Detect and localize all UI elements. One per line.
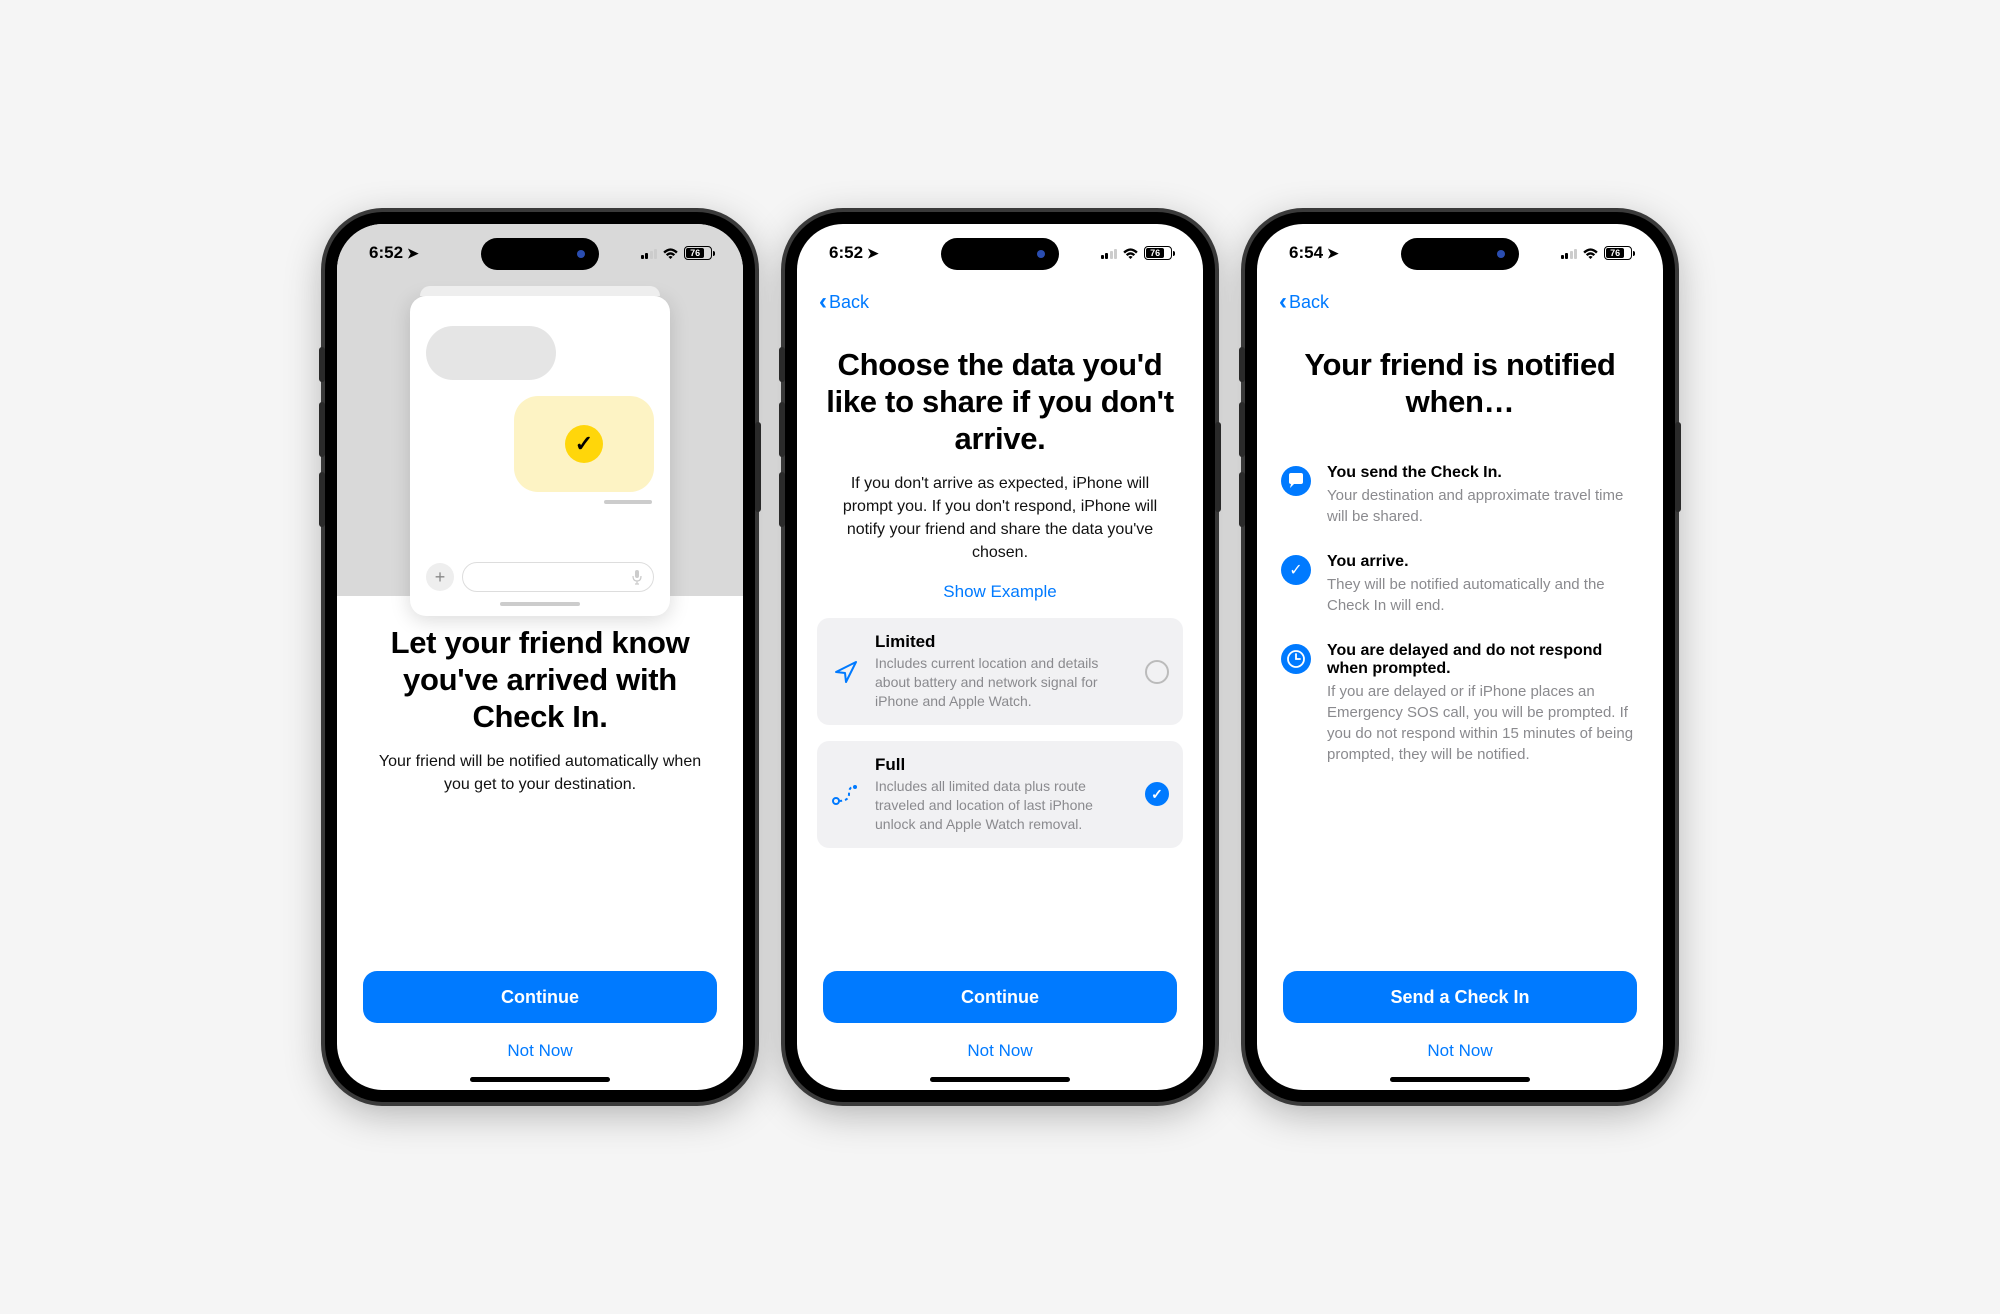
- dynamic-island: [941, 238, 1059, 270]
- battery-icon: 76: [1604, 246, 1635, 260]
- back-label: Back: [829, 292, 869, 313]
- radio-checked-icon: ✓: [1145, 782, 1169, 806]
- cellular-signal-icon: [1101, 247, 1118, 259]
- radio-unchecked-icon: [1145, 660, 1169, 684]
- option-title: Full: [875, 755, 1131, 775]
- mic-icon: [631, 569, 643, 585]
- dynamic-island: [481, 238, 599, 270]
- message-bubble-grey: [426, 326, 556, 380]
- battery-icon: 76: [1144, 246, 1175, 260]
- not-now-link[interactable]: Not Now: [817, 1023, 1183, 1071]
- info-item-delayed: You are delayed and do not respond when …: [1277, 642, 1643, 765]
- dynamic-island: [1401, 238, 1519, 270]
- page-title: Let your friend know you've arrived with…: [357, 624, 723, 736]
- cellular-signal-icon: [1561, 247, 1578, 259]
- chevron-left-icon: ‹: [1279, 288, 1287, 316]
- send-checkin-button[interactable]: Send a Check In: [1283, 971, 1637, 1023]
- back-button[interactable]: ‹ Back: [1277, 282, 1643, 316]
- cellular-signal-icon: [641, 247, 658, 259]
- wifi-icon: [662, 247, 679, 260]
- home-indicator[interactable]: [930, 1077, 1070, 1082]
- route-icon: [831, 779, 861, 809]
- not-now-link[interactable]: Not Now: [357, 1023, 723, 1071]
- chevron-left-icon: ‹: [819, 288, 827, 316]
- option-desc: Includes current location and details ab…: [875, 654, 1131, 711]
- info-title: You send the Check In.: [1327, 464, 1639, 482]
- info-item-send: You send the Check In. Your destination …: [1277, 464, 1643, 527]
- option-desc: Includes all limited data plus route tra…: [875, 777, 1131, 834]
- info-title: You are delayed and do not respond when …: [1327, 642, 1639, 678]
- page-title: Choose the data you'd like to share if y…: [817, 346, 1183, 458]
- back-button[interactable]: ‹ Back: [817, 282, 1183, 316]
- page-subtitle: If you don't arrive as expected, iPhone …: [817, 472, 1183, 565]
- message-input-mock: [462, 562, 654, 592]
- page-title: Your friend is notified when…: [1277, 346, 1643, 420]
- continue-button[interactable]: Continue: [363, 971, 717, 1023]
- back-label: Back: [1289, 292, 1329, 313]
- checkmark-icon: ✓: [565, 425, 603, 463]
- location-arrow-icon: [831, 657, 861, 687]
- option-full[interactable]: Full Includes all limited data plus rout…: [817, 741, 1183, 848]
- option-title: Limited: [875, 632, 1131, 652]
- info-item-arrive: ✓ You arrive. They will be notified auto…: [1277, 553, 1643, 616]
- info-desc: Your destination and approximate travel …: [1327, 485, 1639, 527]
- phone-1: 6:52 ➤ 76 ✓: [325, 212, 755, 1102]
- option-limited[interactable]: Limited Includes current location and de…: [817, 618, 1183, 725]
- plus-icon: +: [426, 563, 454, 591]
- message-bubble-checkin: ✓: [514, 396, 654, 492]
- info-desc: If you are delayed or if iPhone places a…: [1327, 681, 1639, 765]
- location-arrow-icon: ➤: [1327, 245, 1339, 262]
- home-indicator[interactable]: [1390, 1077, 1530, 1082]
- location-arrow-icon: ➤: [867, 245, 879, 262]
- checkmark-circle-icon: ✓: [1281, 555, 1311, 585]
- show-example-link[interactable]: Show Example: [817, 582, 1183, 602]
- phone-3: 6:54 ➤ 76 ‹ Back Your friend is notified…: [1245, 212, 1675, 1102]
- status-time: 6:52: [829, 243, 863, 263]
- status-time: 6:52: [369, 243, 403, 263]
- info-desc: They will be notified automatically and …: [1327, 574, 1639, 616]
- info-title: You arrive.: [1327, 553, 1639, 571]
- status-time: 6:54: [1289, 243, 1323, 263]
- page-subtitle: Your friend will be notified automatical…: [357, 750, 723, 796]
- clock-icon: [1281, 644, 1311, 674]
- battery-icon: 76: [684, 246, 715, 260]
- message-bubble-icon: [1281, 466, 1311, 496]
- home-indicator[interactable]: [470, 1077, 610, 1082]
- wifi-icon: [1122, 247, 1139, 260]
- location-arrow-icon: ➤: [407, 245, 419, 262]
- continue-button[interactable]: Continue: [823, 971, 1177, 1023]
- not-now-link[interactable]: Not Now: [1277, 1023, 1643, 1071]
- phone-2: 6:52 ➤ 76 ‹ Back Choose the data you'd l…: [785, 212, 1215, 1102]
- wifi-icon: [1582, 247, 1599, 260]
